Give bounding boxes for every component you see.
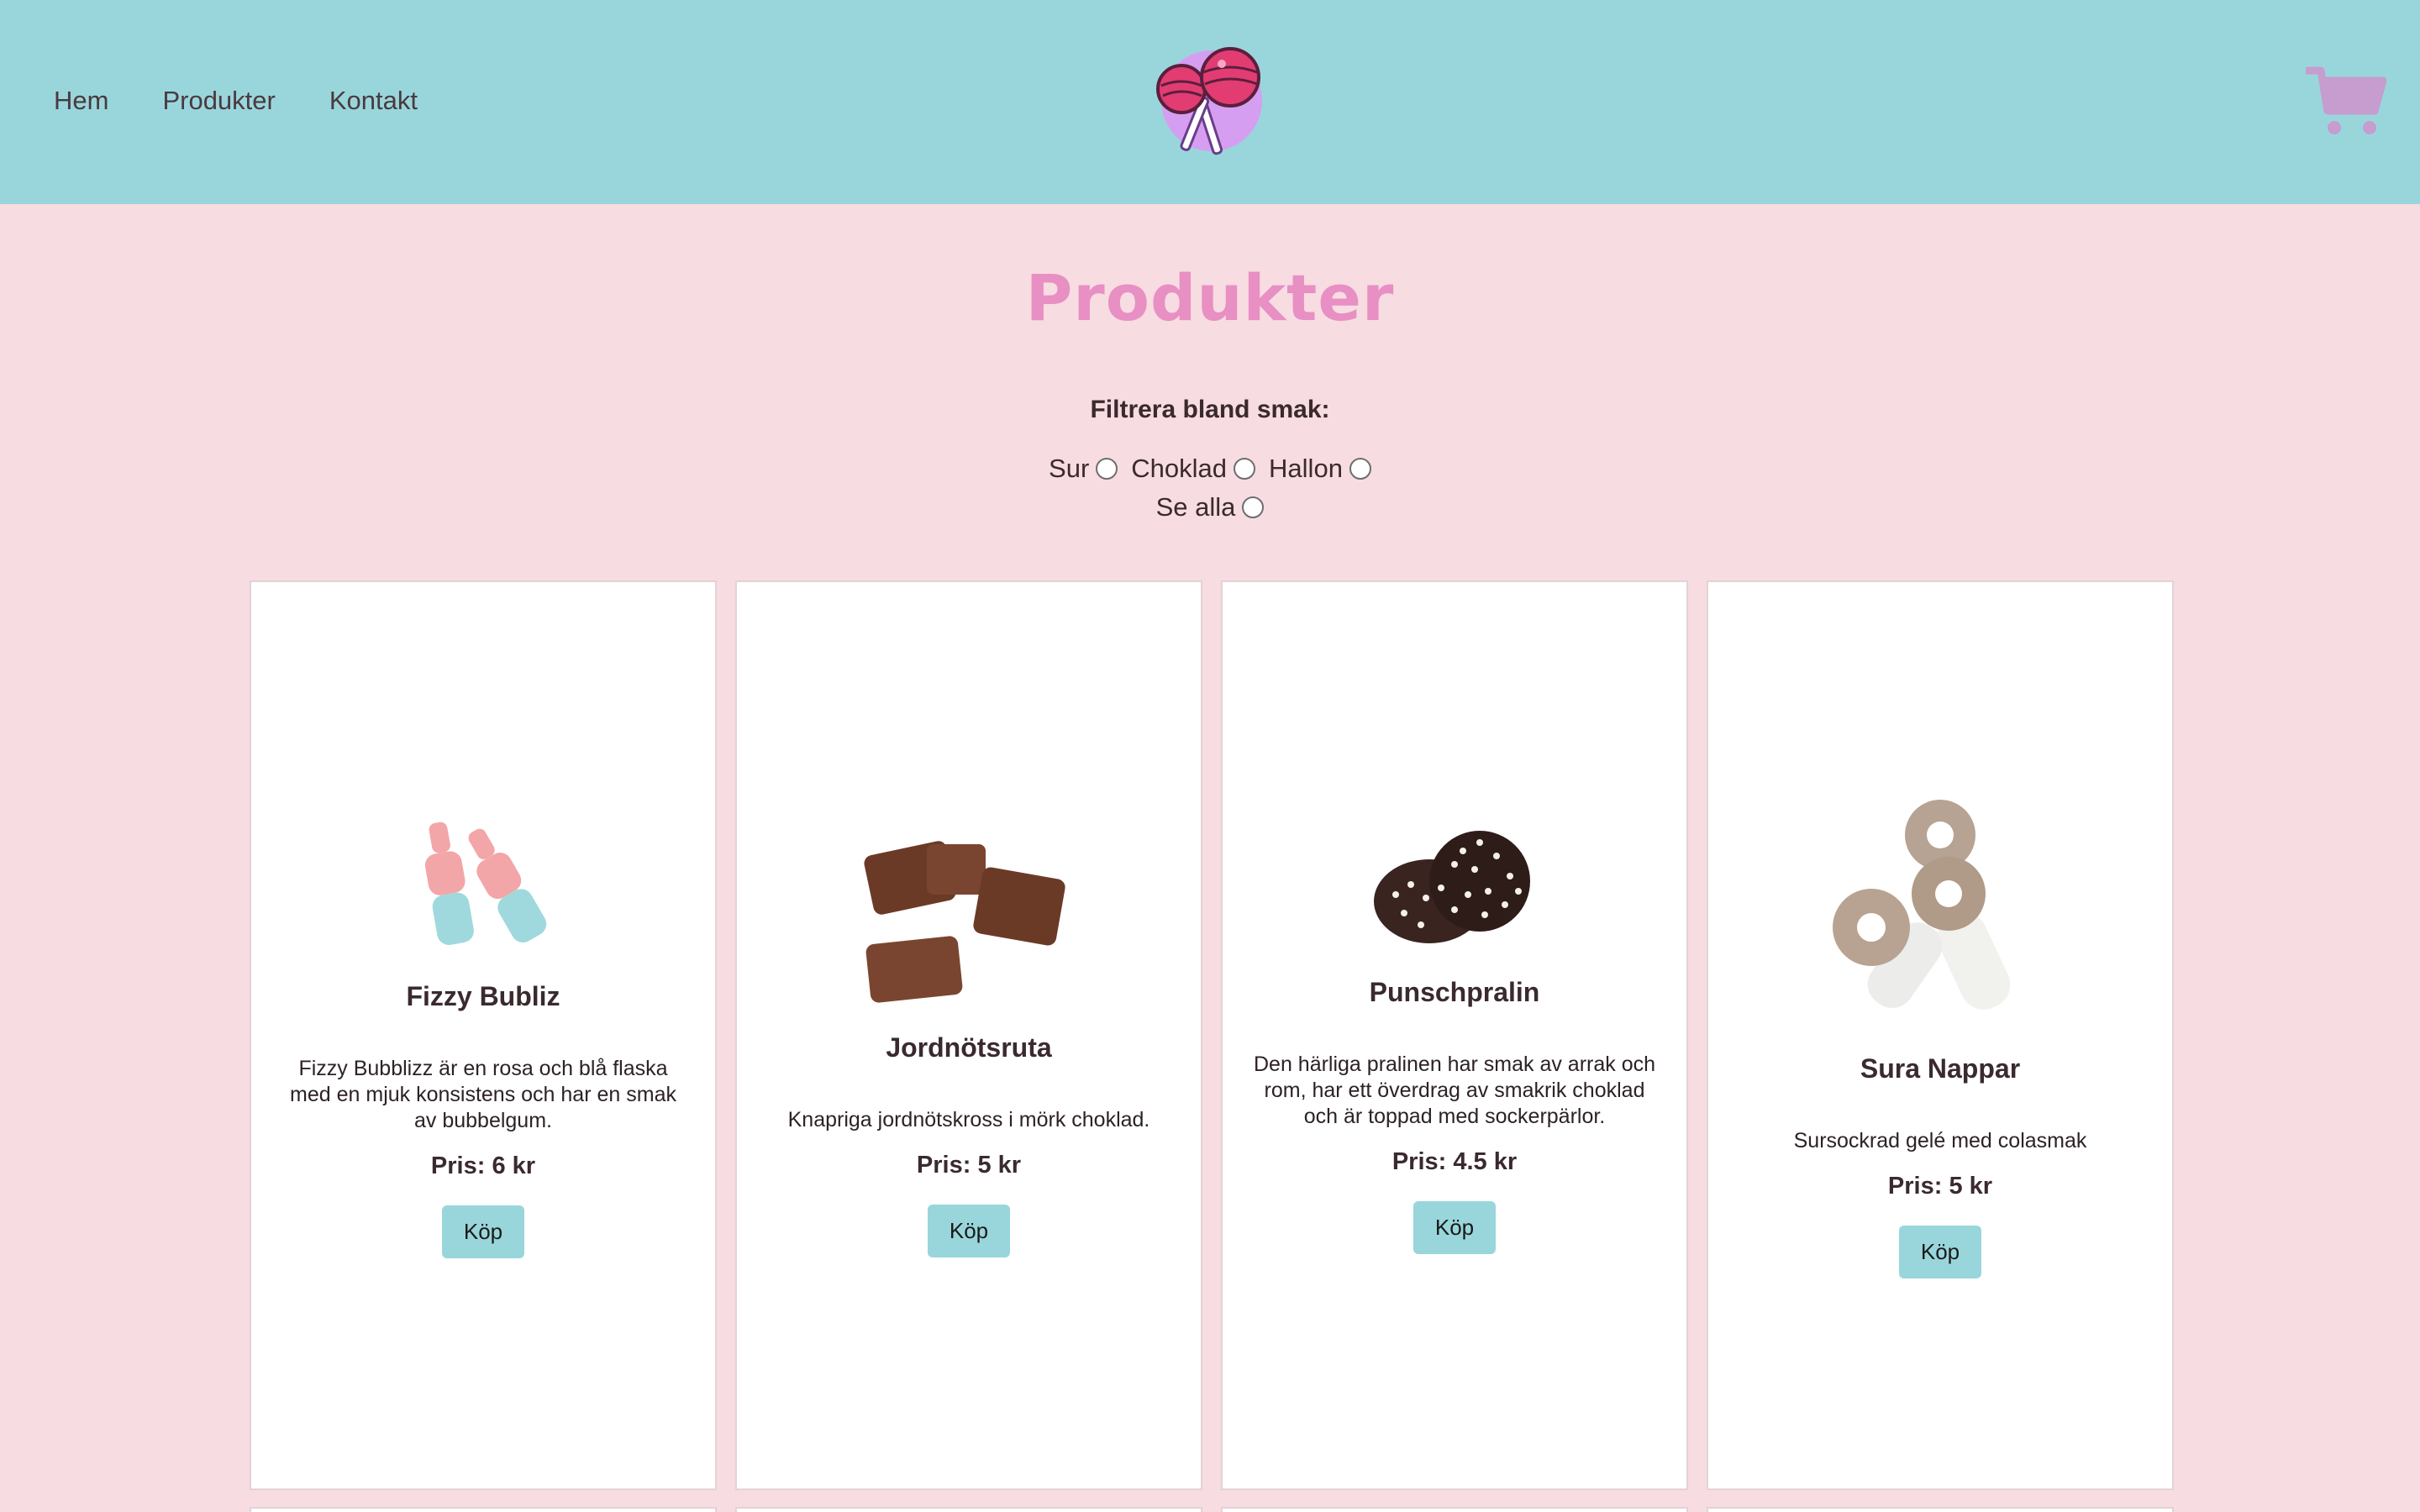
filter-label-choklad: Choklad [1131,454,1228,483]
product-card-partial [735,1507,1202,1512]
buy-button[interactable]: Köp [1413,1200,1497,1254]
product-description: Den härliga pralinen har smak av arrak o… [1253,1052,1655,1128]
product-description: Fizzy Bubblizz är en rosa och blå flaska… [290,1056,676,1132]
product-card-partial [1221,1507,1688,1512]
product-card: Punschpralin Den härliga pralinen har sm… [1221,580,1688,1490]
product-name: Punschpralin [1369,976,1540,1007]
page-title: Produkter [1025,260,1395,335]
sour-pacifier-candy-image [1833,799,2011,1010]
product-name: Jordnötsruta [886,1032,1052,1063]
product-grid: Fizzy Bubliz Fizzy Bubblizz är en rosa o… [250,580,2174,1490]
filter-radio-sur[interactable] [1096,458,1118,480]
shopping-cart-icon[interactable] [2306,66,2386,138]
product-card: Fizzy Bubliz Fizzy Bubblizz är en rosa o… [250,580,717,1490]
filter-label-sur: Sur [1049,454,1090,483]
product-price: Pris: 5 kr [1887,1172,1993,1200]
nav-link-kontakt[interactable]: Kontakt [329,86,418,116]
filter-radio-se-alla[interactable] [1242,496,1265,518]
product-card-partial [250,1507,717,1512]
fizzy-bottles-image [424,822,547,945]
product-price: Pris: 6 kr [430,1152,536,1179]
chocolate-praline-image [1374,830,1530,943]
nav-link-hem[interactable]: Hem [54,86,108,116]
filter-option-choklad[interactable]: Choklad [1131,454,1256,484]
nav-link-produkter[interactable]: Produkter [162,86,275,116]
lollipop-logo-icon[interactable] [1156,45,1265,160]
product-card-partial [1707,1507,2174,1512]
buy-button[interactable]: Köp [1898,1225,1982,1278]
filter-options-row-2: Se alla [0,492,2420,522]
chocolate-squares-image [864,840,1065,1003]
filter-options: Sur Choklad Hallon [0,454,2420,484]
filter-option-se-alla[interactable]: Se alla [1156,492,1265,522]
main-nav: Hem Produkter Kontakt [54,86,471,116]
product-description: Sursockrad gelé med colasmak [1793,1128,2087,1152]
product-card: Sura Nappar Sursockrad gelé med colasmak… [1707,580,2174,1490]
filter-heading: Filtrera bland smak: [1090,396,1330,423]
buy-button[interactable]: Köp [441,1205,525,1258]
product-grid-row-2 [250,1507,2174,1512]
product-price: Pris: 4.5 kr [1392,1147,1518,1175]
product-name: Sura Nappar [1860,1053,2021,1084]
filter-option-hallon[interactable]: Hallon [1269,454,1371,484]
filter-radio-choklad[interactable] [1234,458,1256,480]
product-description: Knapriga jordnötskross i mörk choklad. [787,1107,1150,1131]
filter-label-se-alla: Se alla [1155,492,1236,522]
filter-radio-hallon[interactable] [1349,458,1371,480]
filter-label-hallon: Hallon [1269,454,1343,483]
product-card: Jordnötsruta Knapriga jordnötskross i mö… [735,580,1202,1490]
buy-button[interactable]: Köp [927,1204,1011,1257]
filter-option-sur[interactable]: Sur [1049,454,1118,484]
site-header: Hem Produkter Kontakt [0,0,2420,204]
product-price: Pris: 5 kr [916,1151,1022,1179]
product-name: Fizzy Bubliz [406,980,560,1011]
